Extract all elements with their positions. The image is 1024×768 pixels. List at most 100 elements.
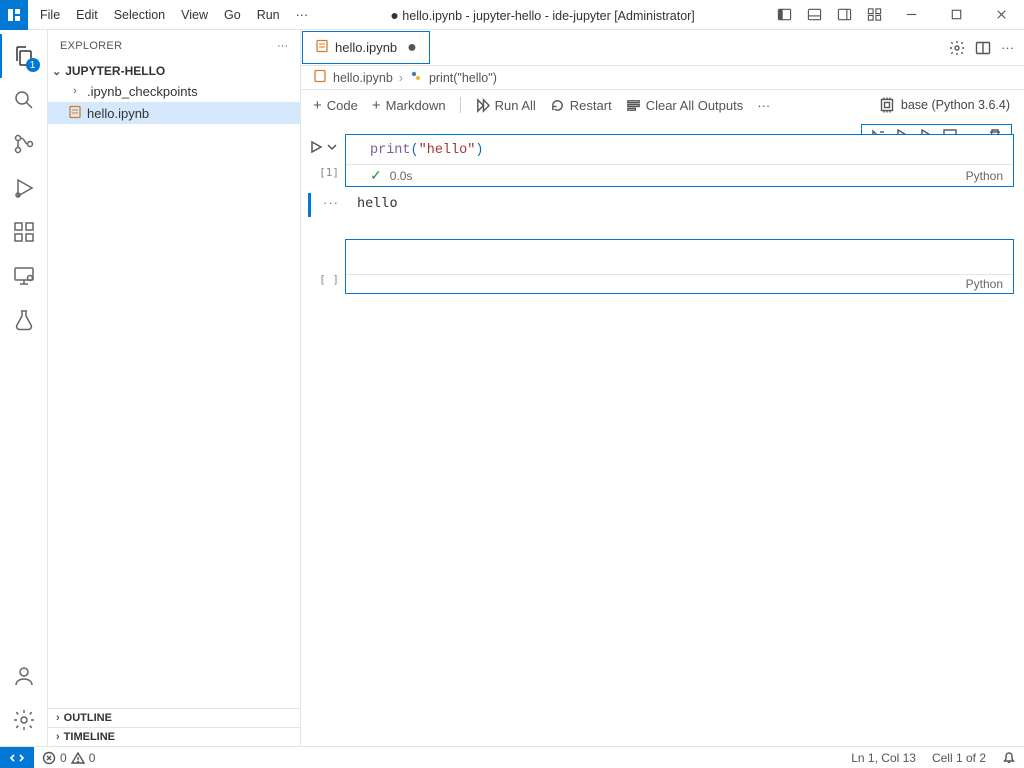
folder-root[interactable]: ⌄ JUPYTER-HELLO: [48, 62, 300, 80]
cell-output: ··· hello: [311, 193, 1014, 217]
window-title-text: hello.ipynb - jupyter-hello - ide-jupyte…: [402, 9, 695, 23]
timeline-section[interactable]: › TIMELINE: [48, 727, 300, 746]
app-logo: [0, 0, 28, 30]
outline-label: OUTLINE: [64, 712, 112, 724]
explorer-badge: 1: [26, 58, 40, 72]
warning-count: 0: [89, 751, 96, 765]
restart-kernel-button[interactable]: Restart: [550, 98, 612, 113]
chevron-down-icon: ⌄: [52, 65, 61, 78]
cell-info[interactable]: Cell 1 of 2: [924, 751, 994, 765]
problems-status[interactable]: 0 0: [34, 751, 103, 765]
code-editor[interactable]: print("hello"): [346, 135, 1013, 164]
settings-activity-icon[interactable]: [0, 698, 48, 742]
run-all-button[interactable]: Run All: [475, 98, 536, 113]
extensions-activity-icon[interactable]: [0, 210, 48, 254]
notebook-file-icon: [313, 69, 327, 86]
code-cell[interactable]: [ ] Python: [311, 239, 1014, 294]
menu-bar: File Edit Selection View Go Run ···: [28, 4, 316, 26]
cell-language[interactable]: Python: [966, 277, 1003, 291]
execution-count: [ ]: [319, 273, 339, 286]
activity-bar: 1: [0, 30, 48, 746]
chevron-down-icon[interactable]: [325, 140, 339, 154]
editor-tab[interactable]: hello.ipynb ●: [302, 31, 430, 64]
sidebar-header: EXPLORER ···: [48, 30, 300, 62]
notifications-icon[interactable]: [994, 751, 1024, 765]
search-activity-icon[interactable]: [0, 78, 48, 122]
window-title: ● hello.ipynb - jupyter-hello - ide-jupy…: [316, 7, 769, 23]
timeline-label: TIMELINE: [64, 731, 115, 743]
notebook-toolbar-more-icon[interactable]: ···: [757, 98, 770, 113]
menu-view[interactable]: View: [173, 4, 216, 26]
chevron-right-icon: ›: [56, 731, 60, 743]
output-text: hello: [345, 193, 410, 217]
cell-language[interactable]: Python: [966, 169, 1003, 183]
code-editor[interactable]: [346, 240, 1013, 274]
tree-item-notebook[interactable]: hello.ipynb: [48, 102, 300, 124]
source-control-activity-icon[interactable]: [0, 122, 48, 166]
split-editor-icon[interactable]: [975, 40, 991, 56]
exec-time: 0.0s: [390, 169, 413, 183]
sidebar-more-icon[interactable]: ···: [277, 40, 288, 52]
menu-file[interactable]: File: [32, 4, 68, 26]
output-collapse-icon[interactable]: ···: [323, 195, 339, 210]
run-cell-button[interactable]: [309, 140, 339, 154]
tab-label: hello.ipynb: [335, 40, 397, 55]
toggle-panel-icon[interactable]: [799, 0, 829, 30]
tab-dirty-icon: ●: [407, 39, 417, 57]
toggle-primary-sidebar-icon[interactable]: [769, 0, 799, 30]
customize-layout-icon[interactable]: [859, 0, 889, 30]
titlebar-right: [769, 0, 1024, 30]
chevron-right-icon: ›: [68, 85, 82, 97]
testing-activity-icon[interactable]: [0, 298, 48, 342]
breadcrumb-symbol[interactable]: print("hello"): [429, 71, 497, 85]
breadcrumbs[interactable]: hello.ipynb › print("hello"): [301, 66, 1024, 90]
breadcrumb-file[interactable]: hello.ipynb: [333, 71, 393, 85]
minimize-button[interactable]: [889, 0, 934, 30]
cursor-position[interactable]: Ln 1, Col 13: [843, 751, 924, 765]
error-count: 0: [60, 751, 67, 765]
warning-icon: [71, 751, 85, 765]
notebook-file-icon: [315, 39, 329, 56]
outline-section[interactable]: › OUTLINE: [48, 708, 300, 727]
notebook-toolbar: Code Markdown Run All Restart Clear All …: [301, 90, 1024, 120]
chevron-right-icon: ›: [399, 71, 403, 85]
dirty-indicator-icon: ●: [390, 7, 398, 23]
tabs-row: hello.ipynb ● ···: [301, 30, 1024, 66]
sidebar-title: EXPLORER: [60, 40, 122, 52]
menu-selection[interactable]: Selection: [106, 4, 173, 26]
error-icon: [42, 751, 56, 765]
add-code-cell-button[interactable]: Code: [313, 97, 358, 114]
clear-outputs-button[interactable]: Clear All Outputs: [626, 98, 744, 113]
remote-explorer-activity-icon[interactable]: [0, 254, 48, 298]
code-token-str: "hello": [419, 143, 476, 158]
kernel-selector[interactable]: base (Python 3.6.4): [879, 97, 1012, 113]
menu-go[interactable]: Go: [216, 4, 249, 26]
menu-run[interactable]: Run: [249, 4, 288, 26]
remote-indicator[interactable]: [0, 747, 34, 768]
tree-item-label: .ipynb_checkpoints: [87, 84, 198, 99]
kernel-label: base (Python 3.6.4): [901, 98, 1010, 112]
notebook-settings-icon[interactable]: [949, 40, 965, 56]
close-button[interactable]: [979, 0, 1024, 30]
code-cell[interactable]: [1] print("hello") ✓ 0.0s Python: [311, 134, 1014, 187]
code-token-fn: print: [370, 143, 411, 158]
editor-more-icon[interactable]: ···: [1001, 40, 1014, 55]
success-check-icon: ✓: [370, 167, 382, 184]
tree-item-label: hello.ipynb: [87, 106, 149, 121]
chevron-right-icon: ›: [56, 712, 60, 724]
tree-item-folder[interactable]: › .ipynb_checkpoints: [48, 80, 300, 102]
status-bar: 0 0 Ln 1, Col 13 Cell 1 of 2: [0, 746, 1024, 768]
editor-region: hello.ipynb ● ··· hello.ipynb › print("h…: [301, 30, 1024, 746]
menu-edit[interactable]: Edit: [68, 4, 106, 26]
toggle-secondary-sidebar-icon[interactable]: [829, 0, 859, 30]
notebook-file-icon: [68, 105, 82, 122]
add-markdown-cell-button[interactable]: Markdown: [372, 97, 446, 114]
menu-overflow[interactable]: ···: [288, 8, 317, 22]
editor-actions: ···: [939, 30, 1024, 65]
maximize-button[interactable]: [934, 0, 979, 30]
execution-count: [1]: [319, 166, 339, 179]
run-debug-activity-icon[interactable]: [0, 166, 48, 210]
explorer-activity-icon[interactable]: 1: [0, 34, 48, 78]
accounts-activity-icon[interactable]: [0, 654, 48, 698]
notebook-body: ··· [1] print("hello"): [301, 120, 1024, 746]
